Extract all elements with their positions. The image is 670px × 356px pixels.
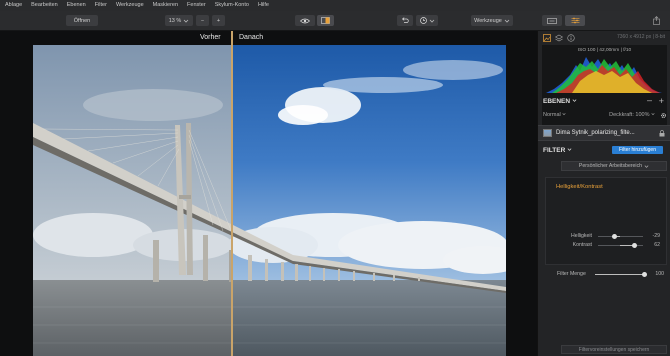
opacity-value: Deckkraft: 100% (609, 112, 650, 118)
chevron-down-icon (572, 99, 577, 102)
share-icon (652, 16, 660, 25)
tools-label: Werkzeuge (474, 17, 502, 24)
chevron-down-icon (562, 113, 566, 116)
layers-icon[interactable] (555, 34, 563, 42)
chevron-down-icon (183, 19, 189, 23)
remove-layer-button[interactable]: – (647, 95, 652, 105)
brightness-label: Helligkeit (570, 233, 592, 239)
right-panel: 7360 x 4912 px | 8-bit ISO 100 | 42,00mm… (537, 31, 670, 356)
eye-icon (300, 18, 310, 23)
filter-amount-slider[interactable] (595, 272, 647, 277)
contrast-slider-row: Kontrast 62 (546, 242, 668, 250)
menu-ablage[interactable]: Ablage (5, 0, 22, 11)
zoom-in-button[interactable]: + (212, 15, 225, 26)
compare-split-button[interactable] (317, 15, 334, 26)
menu-bar: Ablage Bearbeiten Ebenen Filter Werkzeug… (0, 0, 670, 11)
lock-icon[interactable] (659, 130, 665, 137)
contrast-label: Kontrast (572, 242, 592, 248)
menu-werkzeuge[interactable]: Werkzeuge (116, 0, 144, 11)
toolbar: Öffnen 13 % − + Werkzeuge (0, 11, 670, 31)
layout-view-button[interactable] (542, 15, 562, 26)
chevron-down-icon (644, 164, 649, 168)
chevron-down-icon (651, 113, 655, 116)
contrast-slider-knob[interactable] (632, 243, 637, 248)
undo-button[interactable] (397, 15, 413, 26)
contrast-value[interactable]: 62 (654, 242, 660, 248)
blend-mode-value: Normal (543, 112, 561, 118)
undo-icon (401, 17, 409, 23)
layout-icon (547, 17, 557, 24)
chevron-down-icon (429, 19, 434, 23)
panel-icon-bar: 7360 x 4912 px | 8-bit (538, 31, 670, 45)
add-filter-button[interactable]: Filter hinzufügen (612, 146, 663, 154)
filter-section-title[interactable]: FILTER (543, 147, 572, 154)
blend-row: Normal Deckkraft: 100% (543, 112, 667, 121)
workspace-select[interactable]: Persönlicher Arbeitsbereich (561, 161, 667, 171)
brightness-slider-row: Helligkeit -29 (546, 233, 668, 241)
save-filter-preset-button[interactable]: Filtervoreinstellungen speichern (561, 345, 667, 354)
filter-amount-fill (595, 274, 645, 275)
after-label: Danach (239, 34, 264, 41)
zoom-select[interactable]: 13 % (165, 15, 193, 26)
menu-ebenen[interactable]: Ebenen (67, 0, 86, 11)
preview-eye-button[interactable] (295, 15, 315, 26)
zoom-out-button[interactable]: − (196, 15, 209, 26)
layer-thumbnail (543, 129, 552, 137)
chevron-down-icon (567, 148, 572, 151)
image-dimensions: 7360 x 4912 px | 8-bit (617, 34, 665, 40)
opacity-control[interactable]: Deckkraft: 100% (609, 112, 655, 118)
photo-preview (33, 45, 506, 356)
menu-hilfe[interactable]: Hilfe (258, 0, 269, 11)
brightness-slider[interactable] (598, 234, 643, 239)
menu-fenster[interactable]: Fenster (187, 0, 206, 11)
filter-title-text: FILTER (543, 147, 566, 154)
layer-name: Dima Sytnik_polarizing_filte... (556, 130, 635, 136)
layers-section-title[interactable]: EBENEN (543, 98, 577, 105)
chevron-down-icon (504, 19, 510, 23)
compare-split-handle[interactable] (231, 31, 233, 356)
workspace-value: Persönlicher Arbeitsbereich (578, 163, 643, 169)
exif-info: ISO 100 | 42,00mm | f/10 (577, 48, 632, 53)
filter-amount-knob[interactable] (642, 272, 647, 277)
menu-maskieren[interactable]: Maskieren (153, 0, 178, 11)
menu-bearbeiten[interactable]: Bearbeiten (31, 0, 58, 11)
image-icon[interactable] (543, 34, 551, 42)
sliders-icon (571, 17, 579, 24)
filter-amount-label: Filter Menge (557, 271, 586, 277)
add-layer-button[interactable]: + (659, 96, 664, 106)
blend-mode-select[interactable]: Normal (543, 112, 566, 118)
share-button[interactable] (650, 15, 662, 26)
contrast-slider[interactable] (598, 243, 643, 248)
bridge-photo (33, 45, 506, 356)
tools-dropdown[interactable]: Werkzeuge (471, 15, 513, 26)
info-icon[interactable] (567, 34, 575, 42)
layers-title-text: EBENEN (543, 98, 571, 105)
menu-skylum-konto[interactable]: Skylum-Konto (215, 0, 249, 11)
layer-item[interactable]: Dima Sytnik_polarizing_filte... (538, 125, 670, 141)
clock-icon (419, 17, 427, 24)
gear-icon[interactable] (660, 112, 667, 119)
brightness-value[interactable]: -29 (653, 233, 661, 239)
zoom-value: 13 % (168, 17, 182, 24)
image-canvas[interactable]: Vorher Danach (0, 31, 537, 356)
menu-filter[interactable]: Filter (95, 0, 107, 11)
adjustments-panel-button[interactable] (565, 15, 585, 26)
filter-amount-value[interactable]: 100 (655, 271, 664, 277)
filter-amount-row: Filter Menge 100 (545, 271, 667, 279)
filter-panel-brightness-contrast: Helligkeit/Kontrast Helligkeit -29 Kontr… (545, 177, 667, 265)
before-label: Vorher (200, 34, 221, 41)
brightness-slider-knob[interactable] (612, 234, 617, 239)
split-compare-icon (321, 17, 330, 24)
history-button[interactable] (416, 15, 438, 26)
filter-name[interactable]: Helligkeit/Kontrast (556, 184, 603, 190)
open-button[interactable]: Öffnen (66, 15, 98, 26)
